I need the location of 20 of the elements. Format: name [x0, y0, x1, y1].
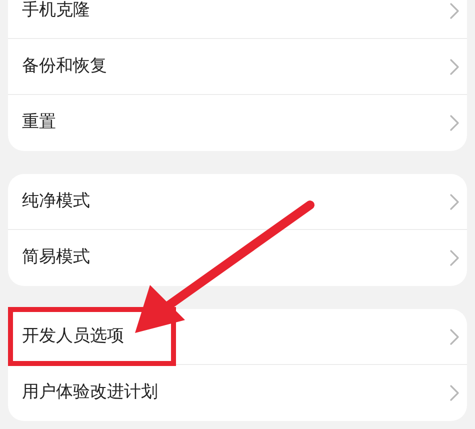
chevron-right-icon: [450, 250, 459, 266]
settings-row[interactable]: 用户体验改进计划: [8, 365, 467, 421]
row-label: 简易模式: [22, 246, 90, 270]
row-label: 备份和恢复: [22, 54, 107, 78]
settings-row[interactable]: 纯净模式: [8, 174, 467, 230]
chevron-right-icon: [450, 2, 459, 18]
chevron-right-icon: [450, 115, 459, 131]
chevron-right-icon: [450, 385, 459, 401]
settings-row[interactable]: 简易模式: [8, 230, 467, 286]
chevron-right-icon: [450, 194, 459, 210]
chevron-right-icon: [450, 58, 459, 74]
settings-row[interactable]: 重置: [8, 95, 467, 151]
chevron-right-icon: [450, 328, 459, 344]
row-label: 重置: [22, 111, 56, 134]
settings-row[interactable]: 备份和恢复: [8, 39, 467, 95]
settings-row[interactable]: 手机克隆: [8, 0, 467, 39]
row-label: 用户体验改进计划: [22, 381, 158, 404]
row-label: 手机克隆: [22, 0, 90, 22]
row-label: 纯净模式: [22, 190, 90, 213]
row-label: 开发人员选项: [22, 324, 124, 348]
